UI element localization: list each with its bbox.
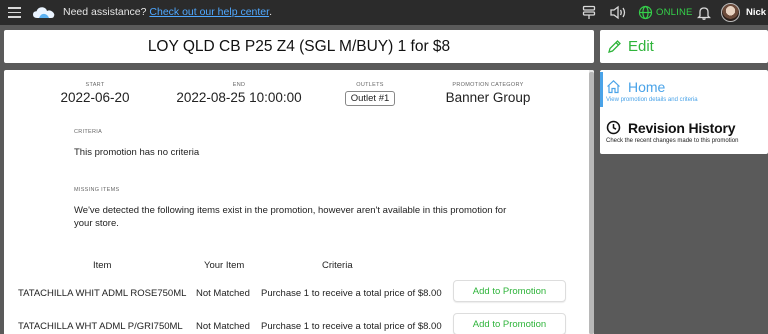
bell-icon[interactable]: [697, 5, 711, 20]
add-to-promotion-button[interactable]: Add to Promotion: [453, 280, 566, 302]
scrollbar-thumb[interactable]: [589, 72, 594, 334]
item-criteria: Purchase 1 to receive a total price of $…: [261, 321, 442, 332]
promotion-title-card: LOY QLD CB P25 Z4 (SGL M/BUY) 1 for $8: [4, 30, 594, 63]
edit-button[interactable]: Edit: [600, 30, 768, 63]
nav-history-subtitle: Check the recent changes made to this pr…: [606, 138, 739, 144]
sound-icon[interactable]: [609, 5, 627, 20]
username[interactable]: Nick: [746, 7, 766, 18]
column-header-your-item: Your Item: [204, 260, 245, 271]
online-status: ONLINE: [656, 7, 693, 18]
promotion-details: START 2022-06-20 END 2022-08-25 10:00:00…: [4, 70, 594, 334]
start-date: START 2022-06-20: [60, 82, 130, 105]
scrollbar[interactable]: [589, 70, 594, 334]
outlets-label: OUTLETS: [356, 82, 384, 88]
end-date: END 2022-08-25 10:00:00: [174, 82, 304, 105]
missing-items-text: We've detected the following items exist…: [74, 205, 507, 229]
item-criteria: Purchase 1 to receive a total price of $…: [261, 288, 442, 299]
category-label: PROMOTION CATEGORY: [452, 82, 524, 88]
nav-home-subtitle: View promotion details and criteria: [606, 97, 698, 103]
item-name: TATACHILLA WHIT ADML ROSE750ML: [18, 288, 187, 299]
missing-items-label: MISSING ITEMS: [74, 187, 120, 193]
help-center-link[interactable]: Check out our help center: [149, 6, 269, 18]
pencil-icon: [608, 40, 621, 53]
end-label: END: [232, 82, 246, 88]
help-banner: Need assistance? Check out our help cent…: [63, 6, 272, 18]
cloud-logo-icon[interactable]: [32, 5, 56, 20]
table-row: TATACHILLA WHT ADML P/GRI750ML Not Match…: [4, 312, 589, 334]
end-value: 2022-08-25 10:00:00: [176, 90, 302, 105]
nav-home-title: Home: [628, 79, 666, 95]
side-nav: Home View promotion details and criteria…: [600, 70, 768, 154]
nav-item-home[interactable]: Home View promotion details and criteria: [600, 70, 768, 110]
home-icon: [607, 79, 620, 94]
column-header-criteria: Criteria: [322, 260, 353, 271]
table-row: TATACHILLA WHIT ADML ROSE750ML Not Match…: [4, 279, 589, 309]
nav-item-revision-history[interactable]: Revision History Check the recent change…: [600, 112, 768, 152]
promotion-category: PROMOTION CATEGORY Banner Group: [442, 82, 534, 105]
top-bar: Need assistance? Check out our help cent…: [0, 0, 768, 25]
add-to-promotion-button[interactable]: Add to Promotion: [453, 313, 566, 334]
clock-icon: [606, 120, 621, 135]
category-value: Banner Group: [445, 90, 531, 105]
item-name: TATACHILLA WHT ADML P/GRI750ML: [18, 321, 183, 332]
your-item-status: Not Matched: [196, 321, 250, 332]
your-item-status: Not Matched: [196, 288, 250, 299]
assist-text: Need assistance?: [63, 6, 147, 18]
outlets: OUTLETS Outlet #1: [342, 82, 398, 106]
edit-label: Edit: [628, 38, 654, 55]
active-indicator: [600, 72, 603, 107]
nav-history-title: Revision History: [628, 120, 736, 136]
help-suffix: .: [269, 6, 272, 18]
page-title: LOY QLD CB P25 Z4 (SGL M/BUY) 1 for $8: [147, 37, 451, 55]
outlet-chip[interactable]: Outlet #1: [344, 91, 396, 106]
menu-icon[interactable]: [8, 7, 21, 18]
start-label: START: [85, 82, 105, 88]
globe-icon: [638, 5, 653, 20]
avatar[interactable]: [721, 3, 740, 22]
criteria-text: This promotion has no criteria: [74, 147, 200, 158]
column-header-item: Item: [93, 260, 112, 271]
criteria-label: CRITERIA: [74, 129, 103, 135]
filter-icon[interactable]: [582, 5, 596, 20]
start-value: 2022-06-20: [60, 90, 130, 105]
